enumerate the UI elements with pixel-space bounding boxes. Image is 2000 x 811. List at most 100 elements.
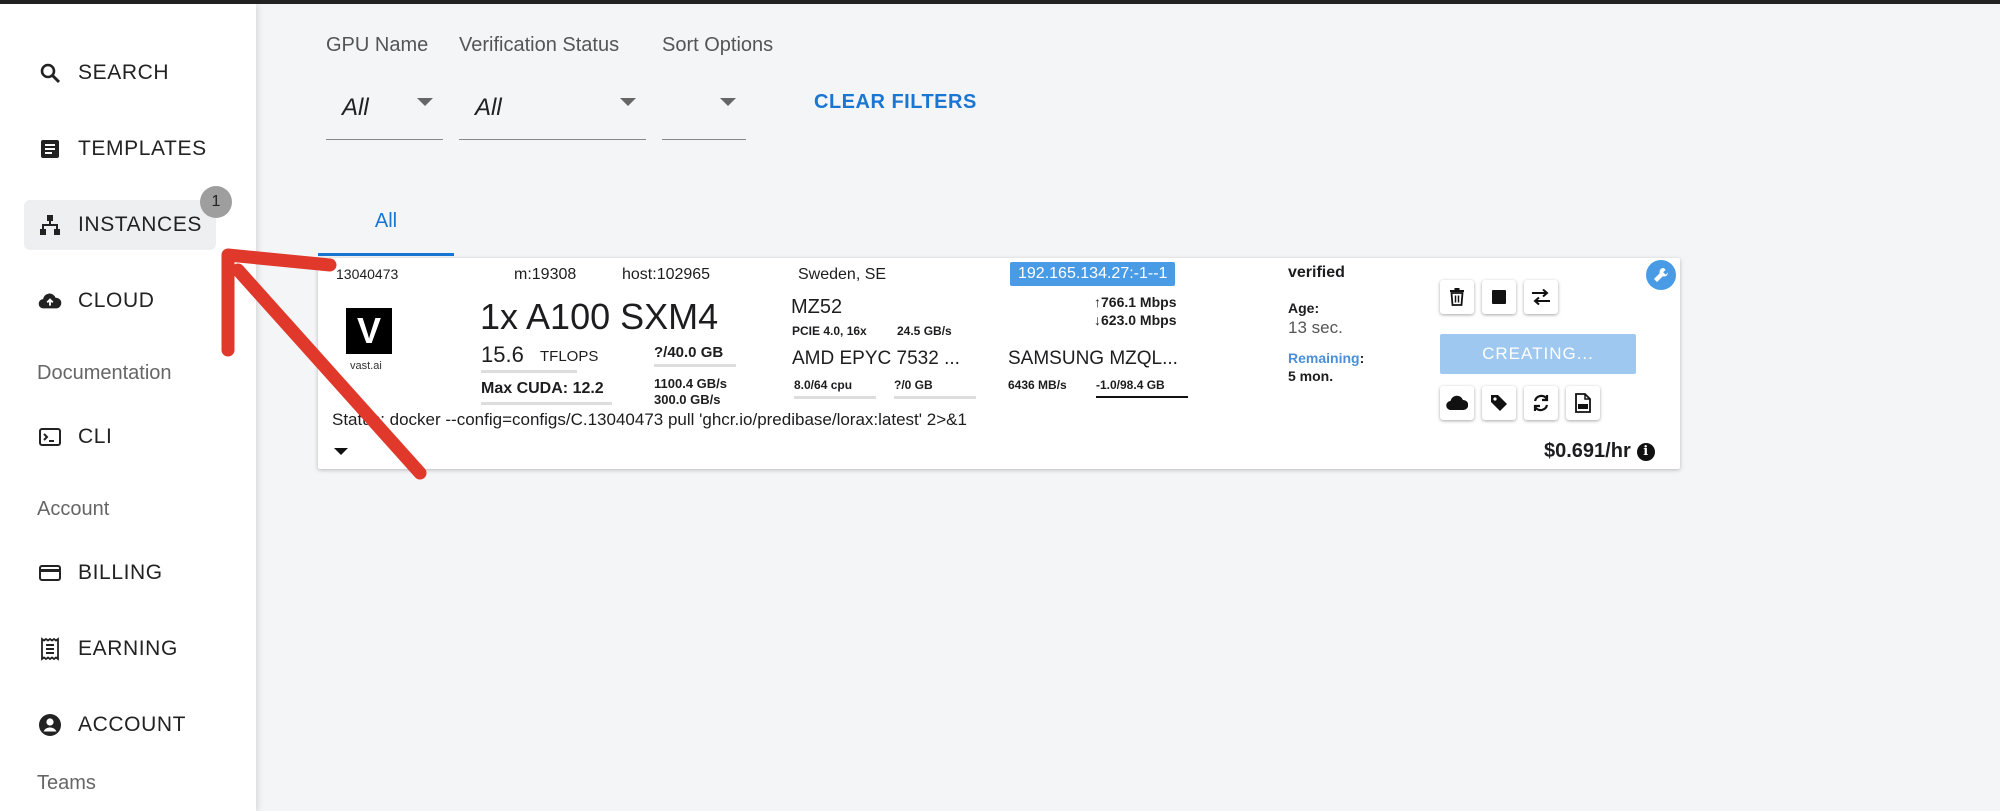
account-circle-icon: [38, 713, 62, 737]
section-label-account: Account: [37, 498, 110, 520]
sidebar-item-label: BILLING: [78, 561, 163, 584]
status-text: Status: docker --config=configs/C.130404…: [332, 410, 967, 429]
ram: ?/0 GB: [894, 378, 933, 392]
sidebar-item-label: SEARCH: [78, 61, 170, 84]
verification-status-value: All: [475, 93, 502, 121]
arrow-up-icon: ↑: [1094, 294, 1101, 310]
expand-caret-icon[interactable]: [334, 448, 348, 455]
cuda-bar: [481, 402, 612, 405]
cloud-upload-icon: [38, 289, 62, 313]
clear-filters-button[interactable]: CLEAR FILTERS: [814, 91, 977, 114]
vram: ?/40.0 GB: [654, 344, 724, 361]
remaining-value: 5 mon.: [1288, 368, 1334, 384]
machine-id: m:19308: [514, 266, 577, 283]
sidebar-item-cli[interactable]: CLI: [24, 412, 216, 462]
tflops-bar: [481, 370, 577, 373]
vram-bar: [654, 364, 736, 367]
hierarchy-icon: [38, 213, 62, 237]
terminal-icon: [38, 425, 62, 449]
instance-card: 13040473 m:19308 host:102965 Sweden, SE …: [318, 258, 1680, 469]
info-icon[interactable]: i: [1636, 442, 1655, 461]
sidebar-item-label: CLOUD: [78, 289, 155, 312]
cpu-cores: 8.0/64 cpu: [794, 378, 853, 392]
gpu-name: 1x A100 SXM4: [480, 296, 719, 337]
price: $0.691/hr i: [1544, 440, 1655, 463]
vast-logo: V: [346, 308, 392, 354]
logs-button[interactable]: [1566, 386, 1600, 420]
gpu-bandwidth-1: 1100.4 GB/s: [654, 376, 727, 391]
vast-logo-text: vast.ai: [350, 360, 382, 372]
age-value: 13 sec.: [1288, 318, 1343, 337]
section-label-documentation: Documentation: [37, 362, 172, 384]
sidebar-item-label: INSTANCES: [78, 213, 203, 236]
ip-address-badge[interactable]: 192.165.134.27:-1--1: [1010, 262, 1176, 286]
wrench-icon: [1654, 268, 1668, 282]
chevron-down-icon: [417, 98, 433, 106]
pcie-bandwidth: 24.5 GB/s: [897, 324, 952, 338]
tflops-value: 15.6: [481, 342, 524, 367]
sidebar-item-account[interactable]: ACCOUNT: [24, 700, 216, 750]
instance-id: 13040473: [336, 266, 399, 282]
chevron-down-icon: [720, 98, 736, 106]
search-icon: [38, 61, 62, 85]
instances-count-badge: 1: [200, 186, 232, 218]
verified-status: verified: [1288, 264, 1345, 281]
download-speed: ↓623.0 Mbps: [1094, 312, 1177, 328]
sidebar-item-earning[interactable]: EARNING: [24, 624, 216, 674]
sidebar-item-instances[interactable]: INSTANCES: [24, 200, 216, 250]
disk-model: SAMSUNG MZQL...: [1008, 348, 1178, 369]
reboot-button[interactable]: [1524, 386, 1558, 420]
cloud-icon: [1446, 395, 1468, 411]
gpu-bandwidth-2: 300.0 GB/s: [654, 392, 721, 407]
disk-usage: -1.0/98.4 GB: [1096, 378, 1165, 392]
receipt-icon: [38, 637, 62, 661]
age-label: Age:: [1288, 300, 1320, 316]
sidebar-item-label: CLI: [78, 425, 113, 448]
sidebar-item-cloud[interactable]: CLOUD: [24, 276, 216, 326]
wrench-settings-button[interactable]: [1646, 260, 1676, 290]
arrow-down-icon: ↓: [1094, 312, 1101, 328]
disk-speed: 6436 MB/s: [1008, 378, 1067, 392]
swap-arrows-icon: [1532, 289, 1550, 305]
host-id: host:102965: [622, 266, 711, 283]
section-label-teams: Teams: [37, 772, 96, 794]
log-file-icon: [1575, 393, 1591, 413]
motherboard: MZ52: [791, 296, 843, 318]
remaining-label: Remaining:: [1288, 350, 1365, 366]
sidebar-item-templates[interactable]: TEMPLATES: [24, 124, 216, 174]
gpu-name-select[interactable]: All: [326, 76, 443, 140]
cpu-model: AMD EPYC 7532 ...: [792, 348, 960, 369]
sidebar-item-label: TEMPLATES: [78, 137, 207, 160]
upload-speed: ↑766.1 Mbps: [1094, 294, 1177, 310]
tflops-unit: TFLOPS: [540, 348, 599, 365]
cpu-bar: [794, 396, 876, 399]
sidebar-item-search[interactable]: SEARCH: [24, 48, 216, 98]
label-button[interactable]: [1482, 386, 1516, 420]
tag-icon: [1491, 395, 1507, 411]
chevron-down-icon: [620, 98, 636, 106]
sidebar: SEARCH TEMPLATES INSTANCES 1 CLOUD Docum…: [0, 4, 256, 811]
creating-status-button[interactable]: CREATING...: [1440, 334, 1636, 374]
stop-button[interactable]: [1482, 280, 1516, 314]
sort-options-label: Sort Options: [662, 34, 774, 56]
verification-status-label: Verification Status: [459, 34, 620, 56]
transfer-button[interactable]: [1524, 280, 1558, 314]
sidebar-item-billing[interactable]: BILLING: [24, 548, 216, 598]
stop-icon: [1492, 290, 1506, 304]
delete-button[interactable]: [1440, 280, 1474, 314]
max-cuda: Max CUDA: 12.2: [481, 380, 604, 397]
disk-bar: [1096, 396, 1188, 398]
pcie-info: PCIE 4.0, 16x: [792, 324, 867, 338]
gpu-name-value: All: [342, 93, 369, 121]
refresh-icon: [1533, 394, 1549, 412]
gpu-name-label: GPU Name: [326, 34, 429, 56]
credit-card-icon: [38, 561, 62, 585]
sort-options-select[interactable]: [662, 76, 746, 140]
cloud-sync-button[interactable]: [1440, 386, 1474, 420]
tab-all[interactable]: All: [318, 190, 454, 256]
verification-status-select[interactable]: All: [459, 76, 646, 140]
location: Sweden, SE: [798, 266, 887, 283]
top-border: [0, 0, 2000, 4]
document-icon: [38, 137, 62, 161]
trash-icon: [1450, 288, 1464, 306]
